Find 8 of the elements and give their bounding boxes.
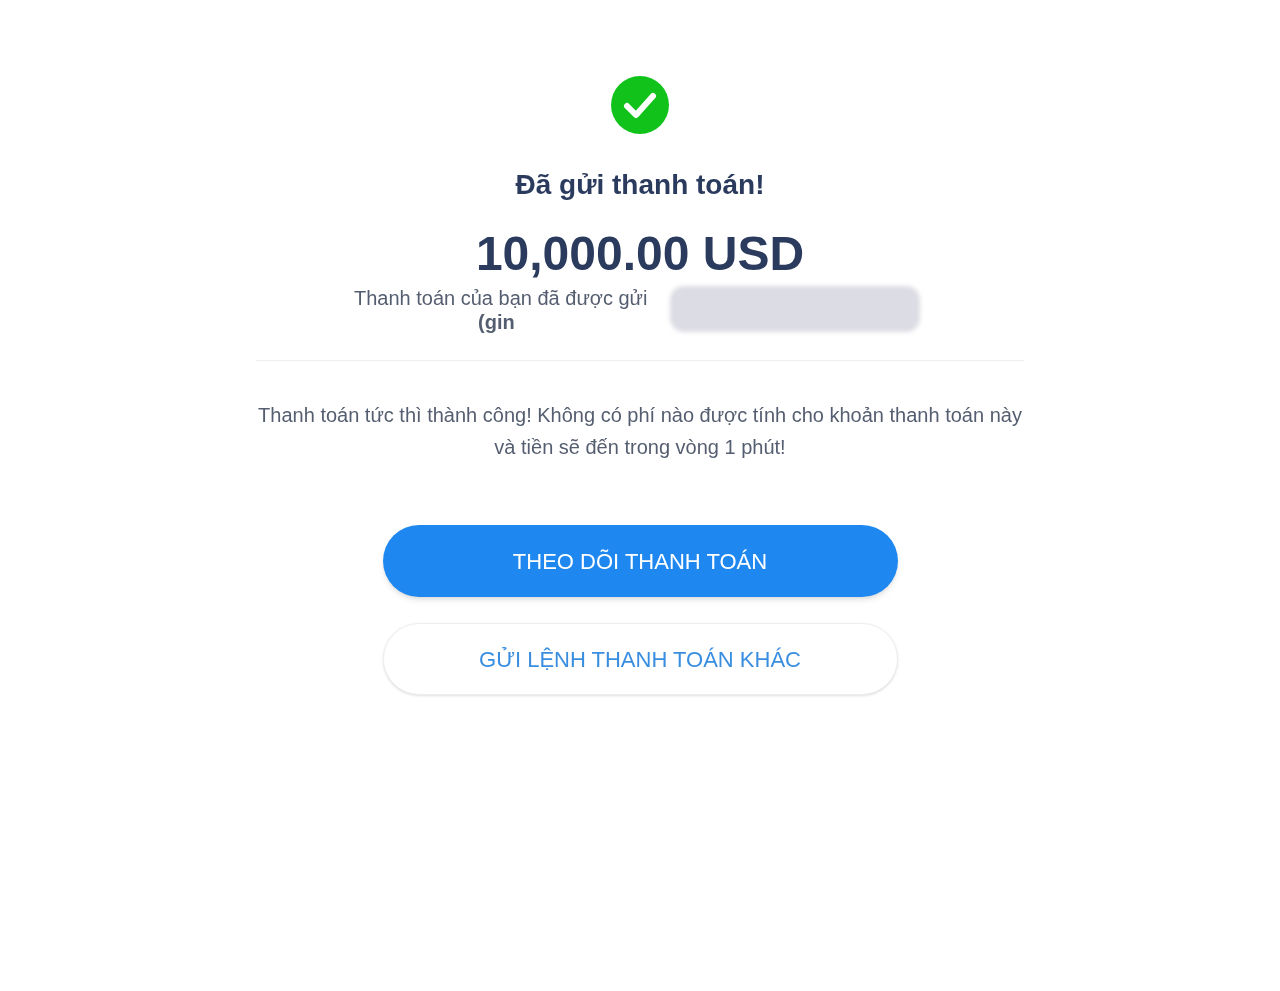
amount: 10,000.00 USD <box>475 230 805 278</box>
success-check-icon <box>611 76 669 134</box>
track-payment-button[interactable]: THEO DÕI THANH TOÁN <box>382 525 898 597</box>
recipient-text: (gin <box>478 310 515 334</box>
success-message: Thanh toán tức thì thành công! Không có phí nào được tính cho khoản thanh toán này và tiền sẽ đến trong vòng 1 phút! <box>257 403 1023 460</box>
recipient-text: Thanh toán của bạn đã được gửi <box>354 286 648 310</box>
payment-sent-title: Đã gửi thanh toán! <box>515 168 765 202</box>
new-payment-button[interactable]: GỬI LỆNH THANH TOÁN KHÁC <box>382 623 898 695</box>
